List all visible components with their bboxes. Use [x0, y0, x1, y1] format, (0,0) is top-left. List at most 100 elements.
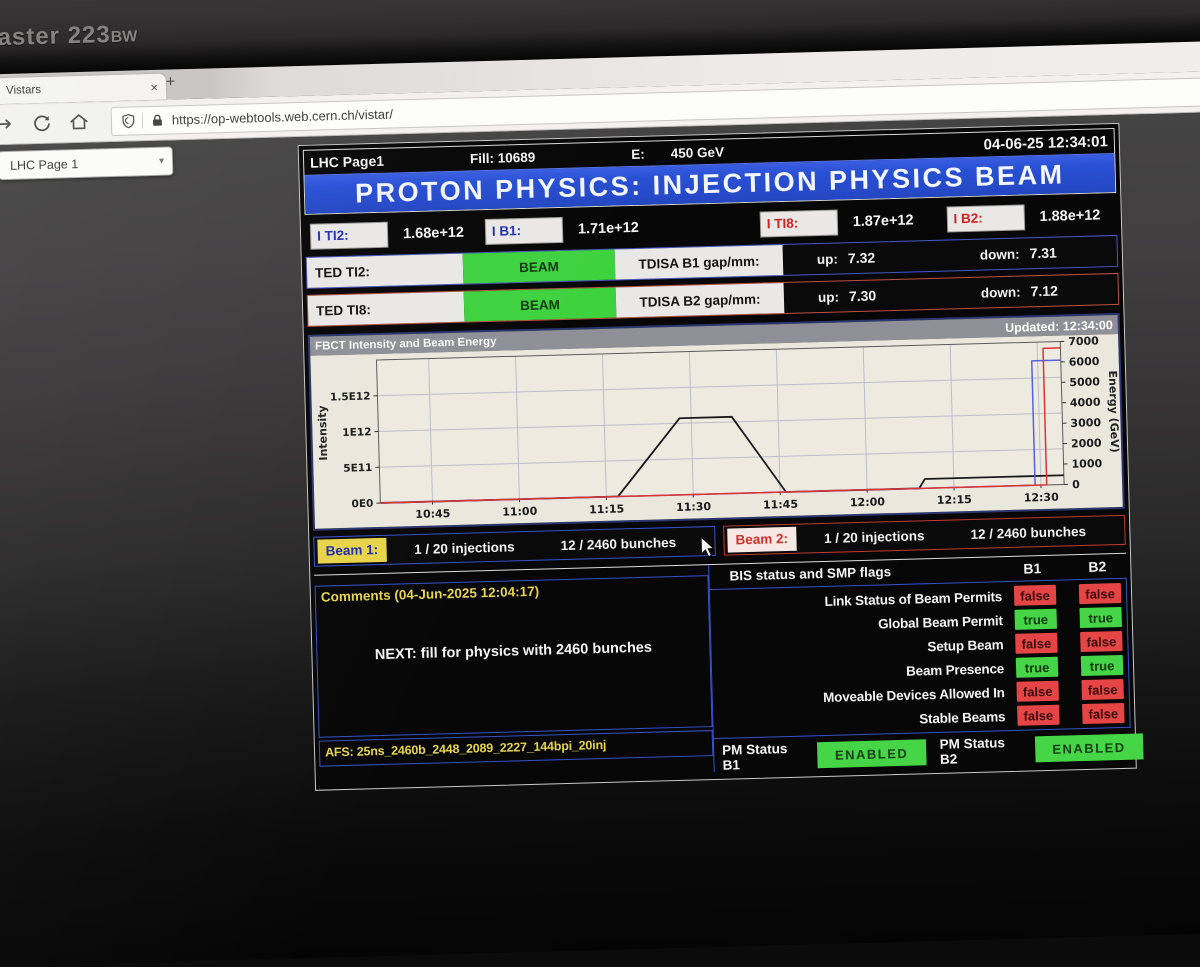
vistar-page-select[interactable]: LHC Page 1 ▾: [0, 146, 173, 180]
chevron-down-icon: ▾: [159, 156, 164, 167]
page-title: LHC Page1: [310, 153, 384, 171]
intensity-value: 1.87e+12: [852, 212, 913, 230]
beam-info-box: Beam 1: 1 / 20 injections 12 / 2460 bunc…: [313, 526, 716, 567]
bis-flag-label: Link Status of Beam Permits: [710, 589, 1002, 612]
intensity-label: I TI2:: [311, 223, 388, 249]
bis-flag-b1: false: [1017, 705, 1060, 726]
intensity-readout: I B2: 1.88e+12: [947, 203, 1100, 231]
urlbar-divider: [142, 112, 143, 128]
svg-text:0E0: 0E0: [351, 498, 373, 511]
bis-flag-b2: true: [1081, 655, 1124, 676]
svg-text:2000: 2000: [1071, 437, 1102, 451]
bis-col-b1: B1: [1023, 560, 1041, 576]
intensity-readout: I TI2: 1.68e+12: [311, 221, 464, 249]
intensity-value: 1.68e+12: [403, 225, 464, 243]
tab-title: Vistars: [6, 81, 151, 97]
vistar-header-box: LHC Page1 Fill: 10689 E: 450 GeV 04-06-2…: [303, 128, 1116, 215]
pm-status-row: PM Status B1 ENABLED PM Status B2 ENABLE…: [714, 732, 1144, 772]
ted-rows: TED TI2: BEAM TDISA B1 gap/mm: up:7.32 d…: [306, 235, 1120, 327]
forward-button-icon[interactable]: [0, 113, 16, 136]
beam-info-box: Beam 2: 1 / 20 injections 12 / 2460 bunc…: [723, 515, 1126, 556]
bis-flag-b2: true: [1079, 607, 1122, 628]
gap-up: up:7.30: [818, 287, 877, 305]
tdisa-gap-values: up:7.32 down:7.31: [783, 236, 1118, 275]
pm-status-badge: ENABLED: [1034, 733, 1143, 762]
intensity-value: 1.88e+12: [1039, 207, 1100, 225]
ted-beam-status: BEAM: [463, 250, 616, 284]
svg-text:12:15: 12:15: [937, 493, 972, 507]
pm-status-pair: PM Status B1 ENABLED: [714, 737, 926, 773]
tdisa-gap-label: TDISA B2 gap/mm:: [616, 283, 785, 318]
intensity-readout: I B1: 1.71e+12: [486, 216, 639, 244]
monitor-screen: Vistars × +: [0, 41, 1200, 967]
bottom-section: Comments (04-Jun-2025 12:04:17) NEXT: fi…: [314, 554, 1131, 783]
bis-flag-b1: false: [1015, 633, 1058, 654]
gap-down: down:7.31: [980, 245, 1057, 263]
home-button-icon[interactable]: [68, 111, 91, 134]
ted-label: TED TI2:: [307, 254, 464, 288]
svg-text:12:30: 12:30: [1024, 491, 1060, 505]
tab-close-icon[interactable]: ×: [150, 79, 158, 94]
intensity-label: I B2:: [947, 205, 1024, 231]
svg-text:6000: 6000: [1069, 355, 1100, 369]
bis-flag-b2: false: [1082, 703, 1125, 724]
pm-status-pair: PM Status B2 ENABLED: [931, 731, 1143, 767]
beam-bunches: 12 / 2460 bunches: [560, 534, 676, 552]
browser-tab-vistars[interactable]: Vistars ×: [0, 74, 166, 105]
reload-button-icon[interactable]: [31, 112, 54, 135]
bis-col-b2: B2: [1088, 558, 1106, 574]
lhc-page1-vistar: LHC Page1 Fill: 10689 E: 450 GeV 04-06-2…: [298, 123, 1137, 791]
svg-text:3000: 3000: [1070, 416, 1101, 430]
bis-flag-b1: true: [1014, 609, 1057, 630]
vistar-web-page: LHC Page 1 ▾ LHC Page1 Fill: 10689 E: 45…: [0, 112, 1200, 967]
pm-label: PM Status B1: [714, 741, 808, 774]
ted-label: TED TI8:: [308, 292, 465, 326]
bis-flag-label: Stable Beams: [713, 709, 1005, 732]
svg-text:11:00: 11:00: [502, 505, 538, 519]
svg-text:Intensity: Intensity: [316, 405, 330, 461]
svg-text:Energy (GeV): Energy (GeV): [1106, 370, 1121, 452]
pm-status-badge: ENABLED: [817, 739, 926, 768]
bis-flag-b2: false: [1079, 583, 1122, 604]
svg-text:11:45: 11:45: [763, 498, 798, 512]
svg-text:1E12: 1E12: [342, 426, 371, 439]
svg-text:4000: 4000: [1070, 396, 1101, 410]
beam-label: Beam 1:: [317, 538, 386, 564]
svg-text:11:15: 11:15: [589, 502, 624, 516]
tdisa-gap-label: TDISA B1 gap/mm:: [615, 245, 784, 280]
bis-flag-b1: false: [1016, 681, 1059, 702]
monitor-brand-label: Master 223BW: [0, 20, 138, 52]
chart-updated: Updated: 12:34:00: [1005, 318, 1113, 335]
gap-up: up:7.32: [817, 249, 876, 267]
fbct-chart: 10:4511:0011:1511:3011:4512:0012:1512:30…: [310, 334, 1122, 529]
bis-flags-table: Link Status of Beam Permits false false …: [710, 578, 1131, 739]
intensity-label: I TI8:: [760, 211, 837, 237]
bis-flag-b1: false: [1014, 585, 1057, 606]
bis-flag-label: Moveable Devices Allowed In: [713, 685, 1005, 708]
svg-text:11:30: 11:30: [676, 500, 712, 514]
intensity-value: 1.71e+12: [578, 220, 639, 238]
monitor-brand-suffix: BW: [111, 28, 138, 46]
https-lock-icon[interactable]: [150, 112, 165, 127]
monitor-brand-text: Master 223: [0, 21, 111, 52]
bis-title: BIS status and SMP flags: [729, 564, 891, 583]
beam-bunches: 12 / 2460 bunches: [970, 523, 1086, 541]
svg-text:0: 0: [1072, 478, 1080, 491]
gap-down: down:7.12: [981, 283, 1058, 301]
mouse-cursor: [699, 536, 716, 558]
bis-column: BIS status and SMP flags B1 B2 Link Stat…: [708, 554, 1131, 772]
chart-body: 10:4511:0011:1511:3011:4512:0012:1512:30…: [310, 334, 1122, 529]
svg-text:1000: 1000: [1071, 457, 1102, 471]
fbct-chart-widget: FBCT Intensity and Beam Energy Updated: …: [308, 313, 1125, 531]
svg-text:10:45: 10:45: [415, 507, 450, 521]
new-tab-button[interactable]: +: [166, 73, 176, 91]
monitor-photo-scene: Master 223BW Vistars × +: [0, 0, 1200, 967]
comments-box: Comments (04-Jun-2025 12:04:17) NEXT: fi…: [315, 575, 713, 738]
beam-injections: 1 / 20 injections: [414, 539, 515, 557]
intensity-label: I B1:: [486, 218, 563, 244]
bis-flag-label: Global Beam Permit: [711, 613, 1003, 636]
datetime: 04-06-25 12:34:01: [983, 133, 1108, 153]
bis-flag-label: Beam Presence: [712, 661, 1004, 684]
fill-number: Fill: 10689: [470, 149, 536, 166]
tracking-protection-shield-icon[interactable]: [120, 112, 137, 129]
